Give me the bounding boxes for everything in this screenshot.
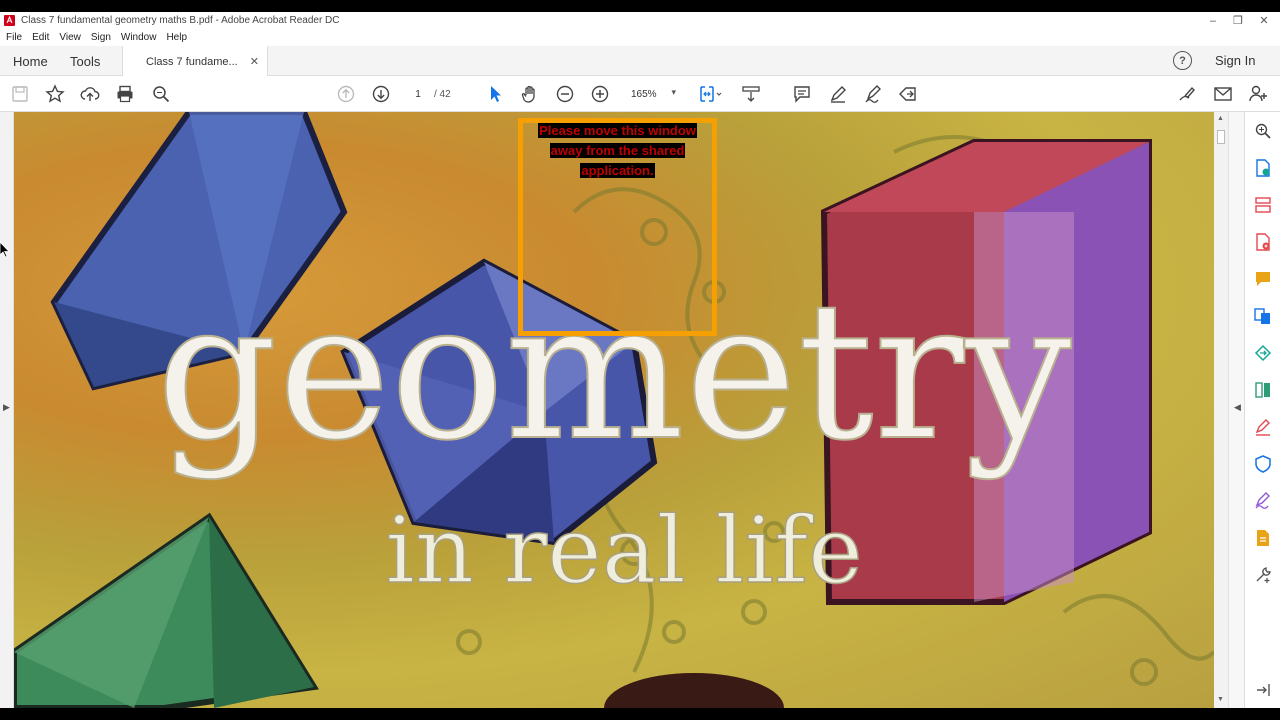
share-warning-line-1: Please move this window <box>538 123 697 138</box>
comment-tool-icon[interactable] <box>1253 269 1273 289</box>
close-tab-icon[interactable]: ✕ <box>250 55 259 68</box>
minus-circle-icon[interactable] <box>554 83 576 105</box>
vertical-scrollbar[interactable]: ▲ ▼ <box>1214 112 1228 708</box>
zoom-level-value: 165% <box>631 88 657 100</box>
minimize-button[interactable]: – <box>1201 12 1225 29</box>
link-edit-icon[interactable] <box>1176 83 1198 105</box>
arrow-up-circle-icon[interactable] <box>335 83 357 105</box>
scroll-down-icon[interactable]: ▼ <box>1217 696 1224 703</box>
acrobat-app-icon <box>4 15 15 26</box>
menu-bar: File Edit View Sign Window Help <box>0 29 1280 46</box>
search-icon[interactable] <box>150 83 172 105</box>
send-track-icon[interactable] <box>1253 343 1273 363</box>
main-toolbar: 1 / 42 165% ▾ <box>0 76 1280 112</box>
help-icon[interactable]: ? <box>1173 51 1192 70</box>
highlight-pen-icon[interactable] <box>827 83 849 105</box>
menu-edit[interactable]: Edit <box>27 32 54 43</box>
share-warning-message: Please move this window away from the sh… <box>523 121 712 181</box>
tools-pane <box>1244 112 1280 708</box>
menu-window[interactable]: Window <box>116 32 162 43</box>
create-pdf-icon[interactable] <box>1253 232 1273 252</box>
share-tag-icon[interactable] <box>897 83 919 105</box>
export-pdf-icon[interactable] <box>1253 158 1273 178</box>
tab-bar: Home Tools Class 7 fundame... ✕ ? Sign I… <box>0 46 1280 77</box>
export-file-icon[interactable] <box>1253 528 1273 548</box>
fill-sign-icon[interactable] <box>1253 417 1273 437</box>
mouse-cursor-icon <box>0 242 10 258</box>
screen-top-border <box>0 0 1280 12</box>
left-panel-toggle[interactable]: ▶ <box>0 112 14 708</box>
tab-tools[interactable]: Tools <box>70 46 100 76</box>
scrollbar-thumb[interactable] <box>1217 130 1225 144</box>
email-icon[interactable] <box>1212 83 1234 105</box>
hand-icon[interactable] <box>519 83 541 105</box>
screen-bottom-border <box>0 708 1280 720</box>
chevron-right-icon: ▶ <box>3 402 10 412</box>
certificates-pen-icon[interactable] <box>1253 491 1273 511</box>
fit-page-icon[interactable] <box>696 83 726 105</box>
menu-sign[interactable]: Sign <box>86 32 116 43</box>
chevron-left-icon: ◀ <box>1234 402 1241 412</box>
close-window-button[interactable]: ✕ <box>1252 12 1276 29</box>
tab-document-label: Class 7 fundame... <box>146 55 238 68</box>
protect-shield-icon[interactable] <box>1253 454 1273 474</box>
sign-in-button[interactable]: Sign In <box>1215 53 1255 68</box>
chevron-down-icon: ▾ <box>671 87 676 97</box>
plus-circle-icon[interactable] <box>589 83 611 105</box>
print-icon[interactable] <box>114 83 136 105</box>
comment-icon[interactable] <box>791 83 813 105</box>
pointer-icon[interactable] <box>484 83 506 105</box>
menu-help[interactable]: Help <box>161 32 192 43</box>
sign-pen-icon[interactable] <box>862 83 884 105</box>
window-title: Class 7 fundamental geometry maths B.pdf… <box>21 15 340 26</box>
window-titlebar: Class 7 fundamental geometry maths B.pdf… <box>0 12 1280 29</box>
right-panel-toggle[interactable]: ◀ <box>1228 112 1244 708</box>
tab-document[interactable]: Class 7 fundame... ✕ <box>122 46 268 77</box>
zoom-level-select[interactable]: 165% ▾ <box>622 85 680 103</box>
page-number-input[interactable]: 1 <box>406 85 430 103</box>
menu-file[interactable]: File <box>0 32 27 43</box>
arrow-down-circle-icon[interactable] <box>370 83 392 105</box>
scroll-mode-icon[interactable] <box>740 83 762 105</box>
share-warning-line-3: application. <box>580 163 655 178</box>
add-user-icon[interactable] <box>1247 83 1269 105</box>
zoom-search-icon[interactable] <box>1253 121 1273 141</box>
page-count: / 42 <box>434 88 451 100</box>
share-warning-line-2: away from the shared <box>549 143 686 158</box>
compare-files-icon[interactable] <box>1253 380 1273 400</box>
save-icon[interactable] <box>9 83 31 105</box>
menu-view[interactable]: View <box>54 32 86 43</box>
combine-files-icon[interactable] <box>1253 306 1273 326</box>
scroll-up-icon[interactable]: ▲ <box>1217 115 1224 122</box>
tab-home[interactable]: Home <box>13 46 48 76</box>
more-tools-icon[interactable] <box>1253 565 1273 585</box>
organize-pages-icon[interactable] <box>1253 195 1273 215</box>
star-icon[interactable] <box>44 83 66 105</box>
collapse-pane-icon[interactable] <box>1253 680 1273 700</box>
restore-button[interactable]: ❐ <box>1226 12 1250 29</box>
subheadline-text: in real life <box>385 497 862 604</box>
cloud-upload-icon[interactable] <box>79 83 101 105</box>
